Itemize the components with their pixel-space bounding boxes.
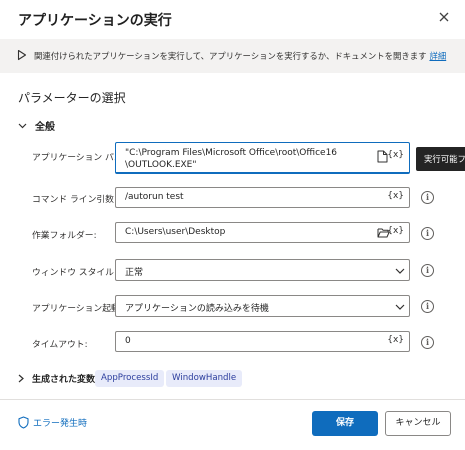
args-label: コマンド ライン引数: (32, 195, 117, 205)
chevron-down-icon (18, 123, 27, 128)
window-style-label: ウィンドウ スタイル: (32, 268, 117, 278)
info-banner: 関連付けられたアプリケーションを実行して、アプリケーションを実行するか、ドキュメ… (0, 39, 465, 73)
banner-text: 関連付けられたアプリケーションを実行して、アプリケーションを実行するか、ドキュメ… (34, 50, 446, 62)
info-icon[interactable]: i (421, 300, 434, 313)
app-path-line1: "C:\Program Files\Microsoft Office\root\… (125, 148, 338, 158)
workdir-input[interactable]: C:\Users\user\Desktop {x} (115, 222, 410, 243)
details-link[interactable]: 詳細 (429, 51, 446, 61)
info-icon[interactable]: i (421, 336, 434, 349)
after-launch-value: アプリケーションの読み込みを待機 (125, 304, 269, 314)
banner-description: 関連付けられたアプリケーションを実行して、アプリケーションを実行するか、ドキュメ… (34, 51, 427, 61)
after-launch-dropdown[interactable]: アプリケーションの読み込みを待機 (115, 295, 410, 317)
insert-variable-button[interactable]: {x} (387, 191, 404, 201)
timeout-input[interactable]: 0 {x} (115, 331, 410, 352)
on-error-label: エラー発生時 (33, 419, 88, 429)
insert-variable-button[interactable]: {x} (387, 150, 404, 160)
dialog-title: アプリケーションの実行 (18, 13, 172, 29)
cancel-button[interactable]: キャンセル (385, 411, 451, 436)
timeout-label: タイムアウト: (32, 340, 88, 350)
info-icon[interactable]: i (421, 191, 434, 204)
window-style-dropdown[interactable]: 正常 (115, 259, 410, 281)
tooltip: 実行可能ファ (416, 147, 465, 171)
chevron-down-icon (395, 304, 405, 310)
timeout-value: 0 (125, 336, 131, 346)
app-path-line2: \OUTLOOK.EXE" (125, 160, 197, 170)
variable-chip[interactable]: WindowHandle (166, 370, 243, 387)
info-icon[interactable]: i (421, 264, 434, 277)
args-value: /autorun test (125, 192, 184, 202)
play-icon (17, 49, 27, 61)
on-error-button[interactable]: エラー発生時 (18, 416, 87, 429)
insert-variable-button[interactable]: {x} (387, 226, 404, 236)
generated-variables-label: 生成された変数 (32, 375, 96, 385)
variable-chip[interactable]: AppProcessId (95, 370, 165, 387)
window-style-value: 正常 (125, 268, 144, 278)
app-path-field[interactable]: "C:\Program Files\Microsoft Office\root\… (115, 142, 410, 174)
info-icon[interactable]: i (421, 227, 434, 240)
chevron-right-icon (18, 374, 24, 383)
save-button[interactable]: 保存 (312, 411, 378, 436)
insert-variable-button[interactable]: {x} (387, 335, 404, 345)
general-group-toggle[interactable]: 全般 (18, 118, 55, 133)
workdir-value: C:\Users\user\Desktop (125, 227, 226, 237)
shield-icon (18, 416, 29, 429)
generated-variables-toggle[interactable]: 生成された変数 (18, 372, 95, 385)
app-path-label: アプリケーション パス: (32, 153, 126, 163)
app-path-value: "C:\Program Files\Microsoft Office\root\… (125, 147, 337, 171)
section-title: パラメーターの選択 (18, 91, 126, 105)
chevron-down-icon (395, 268, 405, 274)
workdir-label: 作業フォルダー: (32, 231, 97, 241)
close-icon[interactable] (437, 10, 451, 24)
args-input[interactable]: /autorun test {x} (115, 187, 410, 208)
footer-divider (0, 399, 465, 400)
group-label: 全般 (35, 122, 55, 133)
